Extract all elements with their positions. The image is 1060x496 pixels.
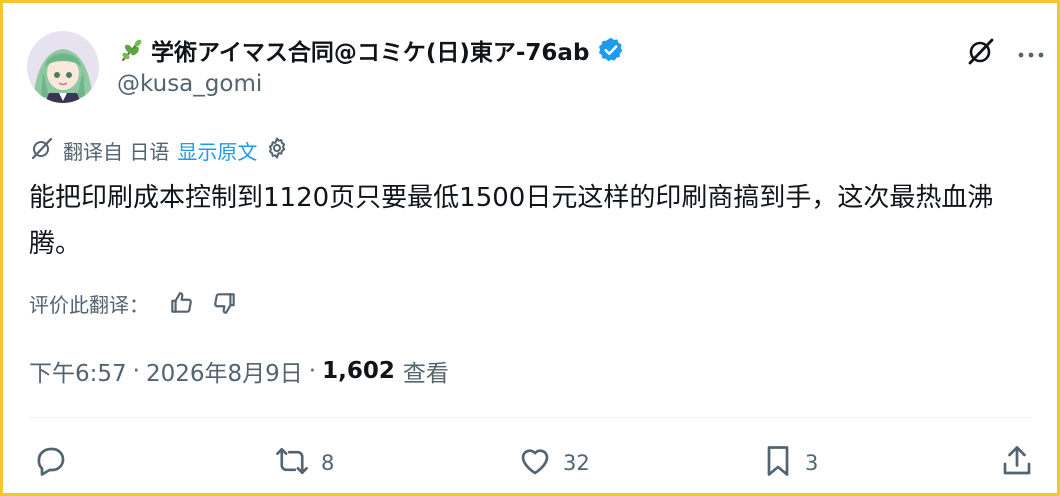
gear-icon[interactable] <box>265 136 289 165</box>
tweet-card: 学術アイマス合同@コミケ(日)東ア-76ab @kusa_gomi 翻译自 日语… <box>0 0 1060 496</box>
retweet-icon <box>273 443 311 484</box>
tweet-time[interactable]: 下午6:57 <box>29 354 127 388</box>
display-name[interactable]: 学術アイマス合同@コミケ(日)東ア-76ab <box>151 33 589 67</box>
meta-separator: · <box>132 358 140 384</box>
verified-badge-icon[interactable] <box>597 36 625 64</box>
retweet-count: 8 <box>321 451 335 475</box>
rate-translation: 评价此翻译： <box>29 287 241 319</box>
translated-from-label: 翻译自 日语 <box>63 139 170 164</box>
sprout-icon <box>117 36 145 64</box>
views-count: 1,602 <box>322 358 395 384</box>
tweet-meta: 下午6:57 · 2026年8月9日 · 1,602 查看 <box>29 353 449 389</box>
tweet-text: 能把印刷成本控制到1120页只要最低1500日元这样的印刷商搞到手，这次最热血沸… <box>29 183 994 259</box>
more-button[interactable] <box>1011 33 1051 73</box>
more-icon <box>1017 44 1045 63</box>
reply-button[interactable] <box>33 445 79 481</box>
views-label: 查看 <box>402 361 449 387</box>
like-count: 32 <box>563 451 590 475</box>
like-button[interactable]: 32 <box>517 445 590 481</box>
translation-info: 翻译自 日语 显示原文 <box>29 135 289 165</box>
share-icon <box>999 443 1035 484</box>
grok-button[interactable] <box>961 33 1001 73</box>
bookmark-button[interactable]: 3 <box>761 445 818 481</box>
share-button[interactable] <box>999 445 1035 481</box>
author-handle[interactable]: @kusa_gomi <box>117 71 262 97</box>
bookmark-count: 3 <box>805 451 819 475</box>
divider <box>29 417 1031 418</box>
grok-icon <box>965 35 997 71</box>
thumbs-up-icon[interactable] <box>165 287 197 319</box>
avatar[interactable] <box>27 31 99 103</box>
bookmark-icon <box>761 443 795 484</box>
author-name-row[interactable]: 学術アイマス合同@コミケ(日)東ア-76ab <box>117 33 625 67</box>
rate-translation-label: 评价此翻译： <box>29 292 149 317</box>
thumbs-down-icon[interactable] <box>209 287 241 319</box>
reply-icon <box>33 443 69 484</box>
tweet-date[interactable]: 2026年8月9日 <box>146 354 303 388</box>
retweet-button[interactable]: 8 <box>273 445 334 481</box>
translate-icon <box>29 135 55 166</box>
like-icon <box>517 443 553 484</box>
meta-separator: · <box>308 358 317 384</box>
show-original-link[interactable]: 显示原文 <box>177 136 257 165</box>
